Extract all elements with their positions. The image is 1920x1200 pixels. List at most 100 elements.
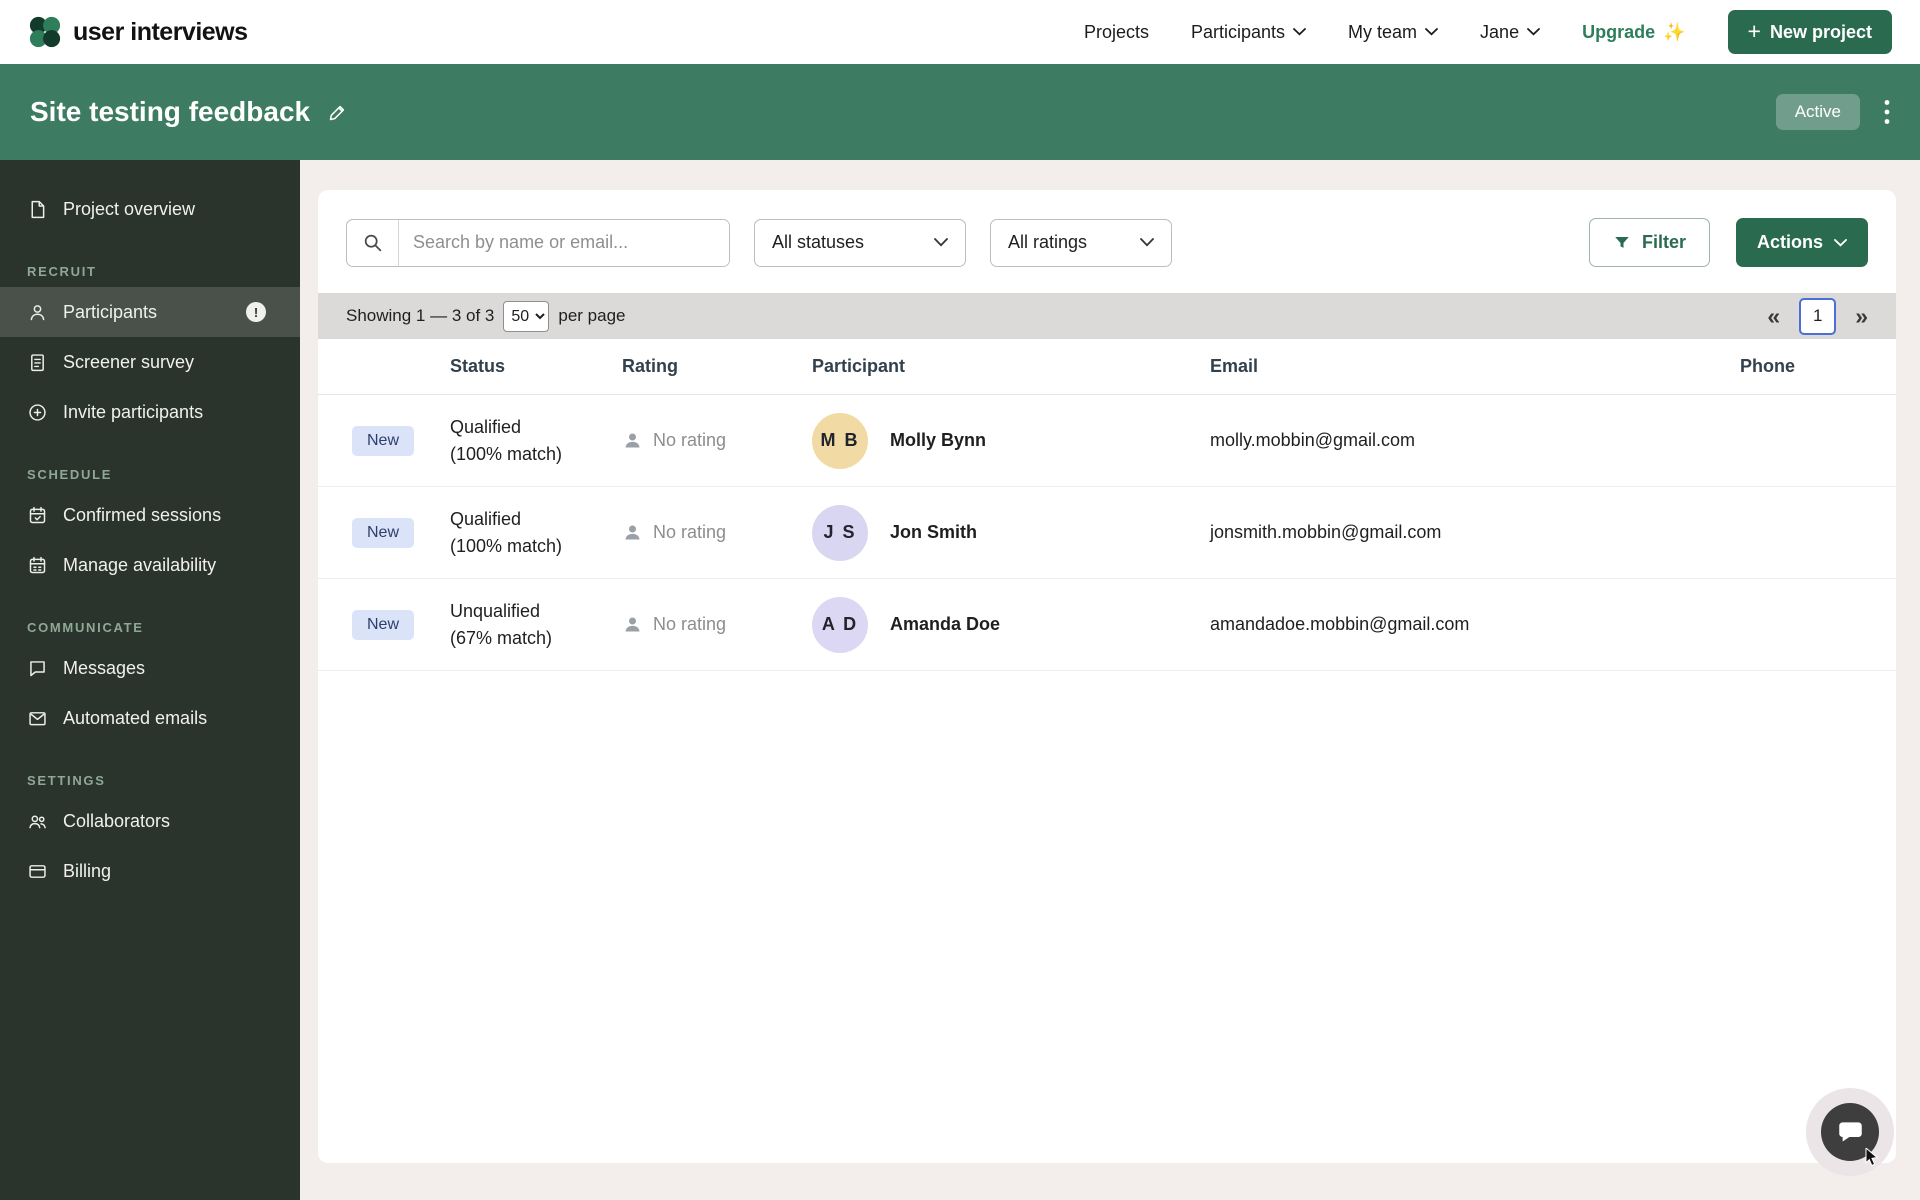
project-sidebar: Project overview RECRUIT Participants ! …: [0, 160, 300, 1200]
column-header-email: Email: [1210, 356, 1259, 376]
sidebar-item-project-overview[interactable]: Project overview: [0, 184, 300, 234]
sidebar-item-confirmed-sessions[interactable]: Confirmed sessions: [0, 490, 300, 540]
avatar: M B: [812, 412, 868, 469]
sidebar-item-invite-participants[interactable]: Invite participants: [0, 387, 300, 437]
rating-value: No rating: [653, 430, 727, 450]
top-navbar: user interviews Projects Participants My…: [0, 0, 1920, 64]
primary-nav: Projects Participants My team Jane Upgra…: [1084, 10, 1892, 54]
sidebar-item-messages[interactable]: Messages: [0, 643, 300, 693]
new-badge: New: [352, 425, 415, 456]
avatar: A D: [812, 596, 868, 653]
kebab-menu-button[interactable]: [1884, 99, 1890, 125]
participant-email: jonsmith.mobbin@gmail.com: [1210, 522, 1442, 542]
participant-name[interactable]: Amanda Doe: [890, 614, 1000, 635]
rating-filter-value: All ratings: [1008, 232, 1088, 252]
table-row[interactable]: New Qualified (100% match) No rating J S…: [318, 487, 1896, 579]
pager: « 1 »: [1767, 297, 1868, 335]
sidebar-item-collaborators[interactable]: Collaborators: [0, 796, 300, 846]
avatar: J S: [812, 504, 868, 561]
new-project-button[interactable]: + New project: [1727, 10, 1892, 54]
cursor-icon: [1865, 1148, 1879, 1166]
sidebar-item-automated-emails[interactable]: Automated emails: [0, 693, 300, 743]
rating-value: No rating: [653, 614, 727, 634]
nav-participants-label: Participants: [1190, 21, 1286, 42]
page-title: Site testing feedback: [30, 96, 311, 127]
sidebar-item-label: Collaborators: [63, 810, 171, 831]
sidebar-item-label: Confirmed sessions: [63, 504, 222, 525]
table-empty-area: [318, 671, 1896, 1163]
edit-title-button[interactable]: [328, 102, 348, 122]
nav-my-team[interactable]: My team: [1348, 22, 1438, 43]
table-row[interactable]: New Qualified (100% match) No rating M B…: [318, 395, 1896, 487]
sidebar-item-billing[interactable]: Billing: [0, 846, 300, 896]
participant-email: molly.mobbin@gmail.com: [1210, 430, 1415, 450]
column-header-participant: Participant: [812, 356, 906, 376]
people-icon: [29, 815, 46, 828]
search-icon[interactable]: [347, 219, 399, 266]
sparkle-icon: ✨: [1663, 21, 1686, 42]
sidebar-item-manage-availability[interactable]: Manage availability: [0, 540, 300, 590]
current-page-button[interactable]: 1: [1799, 297, 1837, 335]
search-input-group: [346, 218, 730, 267]
status-value: Qualified: [450, 416, 522, 437]
credit-card-icon: [29, 864, 46, 878]
chat-bubble-icon: [30, 660, 45, 676]
nav-user-menu[interactable]: Jane: [1480, 22, 1540, 43]
document-icon: [31, 200, 45, 218]
participant-name[interactable]: Jon Smith: [890, 522, 977, 543]
nav-user-label: Jane: [1480, 21, 1520, 42]
search-input[interactable]: [399, 219, 729, 266]
brand[interactable]: user interviews: [28, 15, 248, 49]
chevron-down-icon: [1293, 28, 1306, 36]
match-percent: (67% match): [450, 627, 553, 648]
participant-name[interactable]: Molly Bynn: [890, 430, 986, 451]
sidebar-section-schedule: SCHEDULE: [27, 467, 113, 482]
person-silhouette-icon: [625, 525, 640, 540]
match-percent: (100% match): [450, 535, 563, 556]
match-percent: (100% match): [450, 443, 563, 464]
sidebar-item-label: Automated emails: [63, 707, 208, 728]
status-filter-select[interactable]: All statuses: [754, 218, 966, 267]
plus-icon: +: [1747, 17, 1761, 44]
chevron-down-icon: [1527, 28, 1540, 36]
nav-participants[interactable]: Participants: [1191, 22, 1306, 43]
sidebar-item-participants[interactable]: Participants !: [0, 287, 300, 337]
invite-plus-icon: [29, 403, 46, 421]
actions-button[interactable]: Actions: [1735, 218, 1868, 267]
nav-projects[interactable]: Projects: [1084, 22, 1149, 43]
sidebar-item-screener-survey[interactable]: Screener survey: [0, 337, 300, 387]
column-header-phone: Phone: [1740, 356, 1796, 376]
person-silhouette-icon: [625, 617, 640, 632]
sidebar-item-label: Billing: [63, 860, 112, 881]
actions-button-label: Actions: [1756, 232, 1823, 252]
person-silhouette-icon: [625, 433, 640, 448]
nav-projects-label: Projects: [1083, 21, 1149, 42]
sidebar-section-settings: SETTINGS: [27, 773, 106, 788]
chevron-down-icon: [934, 238, 948, 247]
rating-filter-select[interactable]: All ratings: [990, 218, 1172, 267]
showing-count: Showing 1 — 3 of 3: [346, 306, 495, 325]
per-page-select[interactable]: 50: [503, 300, 550, 332]
participant-email: amandadoe.mobbin@gmail.com: [1210, 614, 1470, 634]
sidebar-item-label: Project overview: [63, 198, 196, 219]
content-layout: Project overview RECRUIT Participants ! …: [0, 160, 1920, 1200]
next-page-icon[interactable]: »: [1855, 304, 1868, 328]
rating-value: No rating: [653, 522, 727, 542]
prev-page-icon[interactable]: «: [1767, 304, 1780, 328]
participants-toolbar: All statuses All ratings Filter Actions: [318, 190, 1896, 293]
toolbar-actions: Filter Actions: [1588, 218, 1868, 267]
calendar-check-icon: [29, 506, 46, 523]
nav-upgrade-label: Upgrade: [1582, 21, 1656, 42]
status-badge[interactable]: Active: [1775, 94, 1860, 130]
table-row[interactable]: New Unqualified (67% match) No rating A …: [318, 579, 1896, 671]
filter-button-label: Filter: [1641, 232, 1686, 252]
sidebar-section-communicate: COMMUNICATE: [27, 620, 144, 635]
pagination-bar: Showing 1 — 3 of 3 50 per page « 1 »: [318, 293, 1896, 339]
project-header: Site testing feedback Active: [0, 64, 1920, 160]
sidebar-section-recruit: RECRUIT: [27, 264, 97, 279]
main-content: All statuses All ratings Filter Actions: [300, 160, 1920, 1200]
filter-button[interactable]: Filter: [1588, 218, 1710, 267]
status-value: Qualified: [450, 508, 522, 529]
nav-upgrade[interactable]: Upgrade ✨: [1582, 22, 1685, 43]
project-header-right: Active: [1775, 94, 1890, 130]
